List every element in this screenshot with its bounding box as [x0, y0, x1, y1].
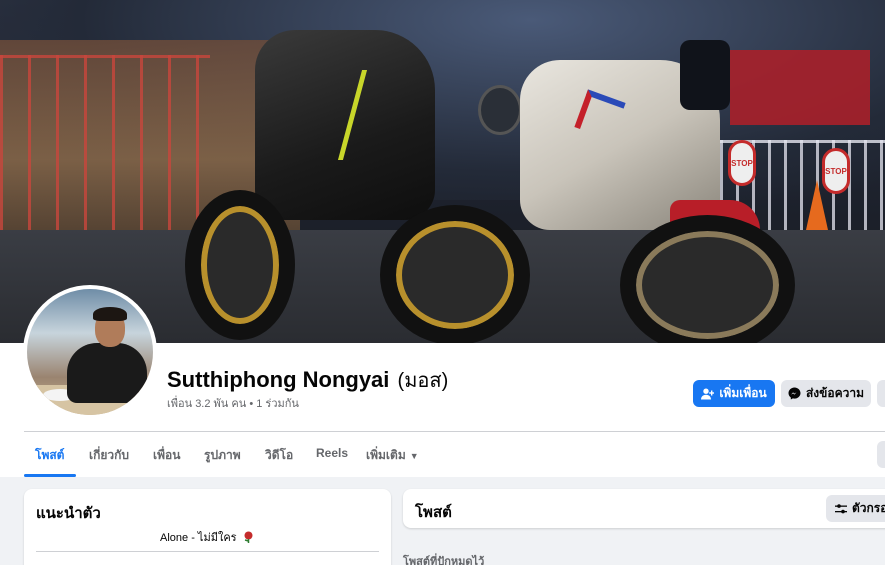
filter-label: ตัวกรอ: [852, 501, 885, 515]
filter-icon: [835, 503, 847, 513]
profile-alt-name: (มอส): [397, 370, 449, 392]
filter-button[interactable]: ตัวกรอ: [826, 495, 885, 522]
friends-count[interactable]: เพื่อน 3.2 พัน คน: [167, 398, 246, 410]
posts-header-card: โพสต์ ตัวกรอ: [403, 489, 885, 528]
chevron-down-icon: ▼: [409, 451, 419, 461]
tab-more[interactable]: เพิ่มเติม ▼: [366, 446, 419, 465]
tab-reels[interactable]: Reels: [316, 446, 348, 460]
more-options-button[interactable]: [877, 380, 885, 407]
intro-title: แนะนำตัว: [36, 505, 101, 522]
intro-divider: [36, 551, 379, 552]
profile-name[interactable]: Sutthiphong Nongyai (มอส): [167, 364, 448, 396]
meta-separator: •: [249, 398, 254, 410]
tab-videos[interactable]: วิดีโอ: [265, 446, 293, 465]
posts-title: โพสต์: [415, 504, 452, 521]
tab-options-button[interactable]: [877, 441, 885, 468]
profile-name-text: Sutthiphong Nongyai: [167, 367, 390, 392]
tab-friends[interactable]: เพื่อน: [153, 446, 180, 465]
avatar[interactable]: [27, 289, 153, 415]
intro-card: แนะนำตัว Alone - ไม่มีใคร: [24, 489, 391, 565]
pinned-posts-label: โพสต์ที่ปักหมุดไว้: [403, 556, 485, 565]
rose-emoji-icon: [244, 531, 253, 543]
stop-sign: STOP: [728, 140, 756, 186]
header-divider: [24, 431, 885, 432]
profile-meta: เพื่อน 3.2 พัน คน • 1 ร่วมกัน: [167, 394, 299, 412]
add-friend-button[interactable]: เพิ่มเพื่อน: [693, 380, 775, 407]
mutual-friends[interactable]: 1 ร่วมกัน: [256, 398, 299, 410]
tab-posts[interactable]: โพสต์: [35, 446, 64, 465]
traffic-cone: [806, 180, 828, 230]
tab-photos[interactable]: รูปภาพ: [204, 446, 241, 465]
active-tab-indicator: [24, 474, 76, 477]
add-friend-icon: [701, 388, 715, 399]
intro-bio: Alone - ไม่มีใคร: [160, 528, 255, 546]
message-button[interactable]: ส่งข้อความ: [781, 380, 871, 407]
add-friend-label: เพิ่มเพื่อน: [719, 386, 767, 400]
messenger-icon: [788, 387, 801, 400]
tab-about[interactable]: เกี่ยวกับ: [89, 446, 129, 465]
cover-photo[interactable]: STOP STOP: [0, 0, 885, 343]
message-label: ส่งข้อความ: [805, 386, 864, 400]
cover-red-tent: [730, 50, 870, 125]
